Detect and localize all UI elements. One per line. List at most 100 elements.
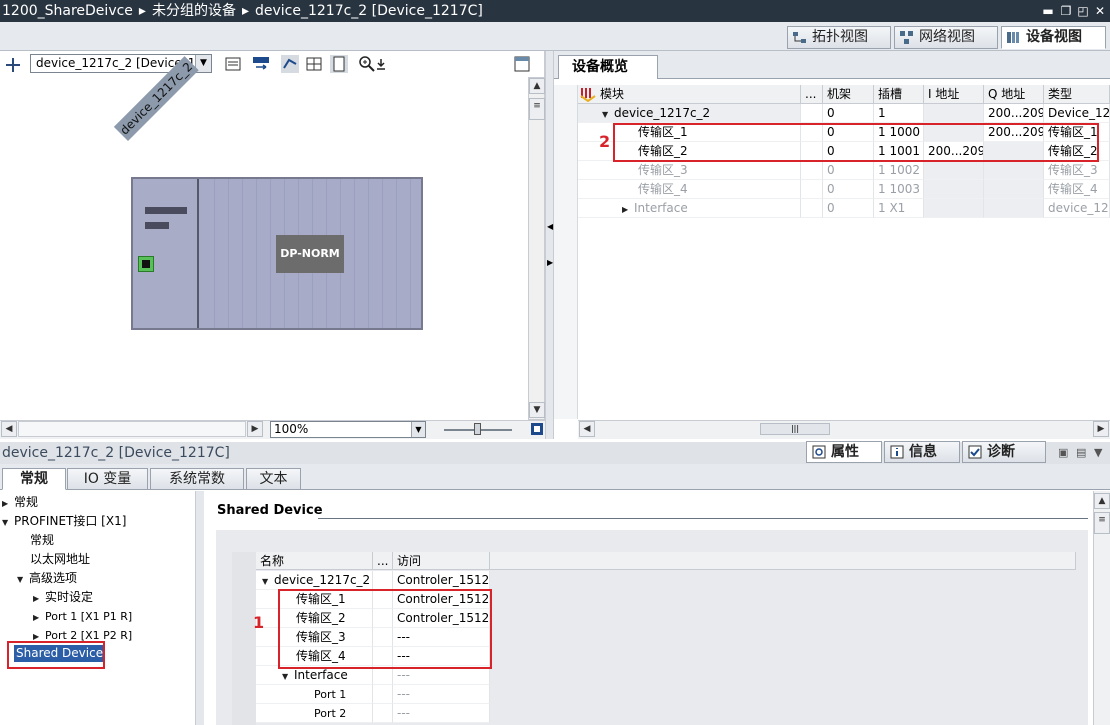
scroll-left-icon[interactable]: ◀: [1, 421, 17, 437]
expand-icon[interactable]: ▶: [622, 200, 634, 217]
breadcrumb-separator: ▸: [241, 3, 249, 19]
nav-item-profinet-general[interactable]: 常规: [30, 531, 54, 550]
float-icon[interactable]: ◰: [1075, 3, 1091, 19]
scroll-thumb[interactable]: ≡: [1094, 512, 1110, 534]
download-icon[interactable]: [375, 58, 387, 70]
panel-menu-icon[interactable]: ▤: [1076, 446, 1086, 459]
close-icon[interactable]: ✕: [1092, 3, 1108, 19]
zoom-select[interactable]: 100% ▼: [270, 421, 426, 438]
view-splitter[interactable]: [545, 51, 554, 439]
graphic-horizontal-scrollbar[interactable]: [18, 421, 246, 437]
name-icon[interactable]: [252, 55, 270, 73]
tab-device-overview[interactable]: 设备概览: [558, 55, 658, 79]
tab-properties[interactable]: 属性: [806, 441, 882, 463]
nav-item-ethernet-address[interactable]: 以太网地址: [30, 550, 90, 569]
scroll-left-icon[interactable]: ◀: [579, 421, 595, 437]
zoom-slider-thumb[interactable]: [474, 423, 481, 435]
access-value: ---: [393, 704, 490, 723]
breadcrumb-device[interactable]: device_1217c_2 [Device_1217C]: [255, 3, 483, 19]
access-select[interactable]: Controler_1512C: [393, 571, 490, 590]
column-header-q-address[interactable]: Q 地址: [984, 85, 1044, 104]
tab-topology-view[interactable]: 拓扑视图: [787, 26, 891, 49]
row-name[interactable]: Port 2: [256, 704, 373, 723]
restore-icon[interactable]: ❐: [1058, 3, 1074, 19]
tab-network-view[interactable]: 网络视图: [894, 26, 998, 49]
cell-rack: 0: [823, 161, 874, 180]
tab-label: 网络视图: [919, 29, 975, 45]
column-header-more[interactable]: ...: [373, 552, 393, 570]
column-header-slot[interactable]: 插槽: [874, 85, 924, 104]
expand-icon[interactable]: ▶: [33, 589, 45, 608]
tab-device-view[interactable]: 设备视图: [1001, 26, 1106, 49]
overview-horizontal-scrollbar[interactable]: [578, 420, 1110, 439]
breadcrumb-group[interactable]: 未分组的设备: [152, 3, 236, 19]
expand-icon[interactable]: ▼: [602, 105, 614, 122]
row-name: Interface: [294, 668, 348, 682]
column-header-more[interactable]: ...: [801, 85, 823, 104]
zoom-icon[interactable]: [358, 55, 376, 73]
nav-item-advanced-options[interactable]: ▼ 高级选项: [17, 569, 77, 588]
scroll-up-icon[interactable]: ▲: [529, 78, 545, 94]
scroll-right-icon[interactable]: ▶: [1093, 421, 1109, 437]
expand-icon[interactable]: ▶: [33, 608, 45, 627]
scroll-up-icon[interactable]: ▲: [1094, 493, 1110, 509]
collapse-icon[interactable]: ▼: [2, 513, 14, 532]
scroll-thumb[interactable]: |||: [760, 423, 830, 435]
tab-diagnostics[interactable]: 诊断: [962, 441, 1046, 463]
grid-icon[interactable]: [305, 55, 323, 73]
scroll-right-icon[interactable]: ▶: [247, 421, 263, 437]
module-name: Interface: [634, 201, 688, 215]
tab-general[interactable]: 常规: [2, 468, 66, 490]
tab-info[interactable]: 信息: [884, 441, 960, 463]
device-properties-icon[interactable]: [224, 55, 242, 73]
cell: [373, 704, 393, 723]
expand-icon[interactable]: ▶: [2, 494, 14, 513]
collapse-left-icon[interactable]: ◀: [547, 222, 553, 231]
nav-item-general[interactable]: ▶ 常规: [2, 493, 38, 512]
page-layout-icon[interactable]: [330, 55, 348, 73]
dp-norm-module[interactable]: DP-NORM: [276, 235, 344, 273]
column-header-name[interactable]: 名称: [256, 552, 373, 570]
overview-toggle-icon[interactable]: [513, 55, 531, 73]
diagnostics-icon: [968, 445, 982, 459]
fit-view-icon[interactable]: [529, 421, 545, 437]
column-header-module[interactable]: 模块: [578, 85, 801, 104]
module-name[interactable]: 传输区_4: [578, 180, 801, 199]
column-header-access[interactable]: 访问: [393, 552, 490, 570]
cpu-module[interactable]: [133, 179, 199, 328]
scroll-thumb[interactable]: ≡: [529, 98, 545, 120]
collapse-icon[interactable]: ▼: [17, 570, 29, 589]
device-rack[interactable]: DP-NORM: [131, 177, 423, 330]
scroll-down-icon[interactable]: ▼: [529, 402, 545, 418]
minimize-icon[interactable]: ▬: [1040, 3, 1056, 19]
panel-collapse-icon[interactable]: ▼: [1094, 446, 1102, 459]
table-row[interactable]: ▼ device_1217c_2: [256, 571, 373, 590]
expand-right-icon[interactable]: ▶: [547, 258, 553, 267]
column-header-rack[interactable]: 机架: [823, 85, 874, 104]
nav-item-realtime-settings[interactable]: ▶ 实时设定: [33, 588, 93, 607]
cell-type: Device_1217C: [1044, 104, 1110, 123]
device-wizard-icon[interactable]: [4, 56, 22, 74]
profinet-port-icon[interactable]: [138, 256, 154, 272]
nav-item-port-1[interactable]: ▶ Port 1 [X1 P1 R]: [33, 607, 132, 626]
row-name[interactable]: Port 1: [256, 685, 373, 704]
filter-icon[interactable]: [580, 87, 596, 102]
module-name[interactable]: 传输区_3: [578, 161, 801, 180]
tab-system-constants[interactable]: 系统常数: [150, 468, 244, 490]
panel-float-icon[interactable]: ▣: [1058, 446, 1068, 459]
table-row[interactable]: ▶ Interface: [578, 199, 801, 218]
column-header-i-address[interactable]: I 地址: [924, 85, 984, 104]
collapse-icon[interactable]: ▼: [262, 572, 274, 589]
show-module-icon[interactable]: [281, 55, 299, 73]
collapse-icon[interactable]: ▼: [282, 667, 294, 684]
tab-io-tags[interactable]: IO 变量: [67, 468, 148, 490]
tab-texts[interactable]: 文本: [246, 468, 301, 490]
breadcrumb-project[interactable]: 1200_ShareDeivce: [2, 3, 133, 19]
nav-item-profinet-interface[interactable]: ▼ PROFINET接口 [X1]: [2, 512, 126, 531]
nav-splitter[interactable]: [196, 491, 204, 725]
table-row[interactable]: ▼ device_1217c_2: [578, 104, 801, 123]
cell: [801, 199, 823, 218]
column-header-type[interactable]: 类型: [1044, 85, 1110, 104]
graphic-vertical-scrollbar[interactable]: [528, 77, 545, 420]
section-title: Shared Device: [217, 503, 323, 518]
